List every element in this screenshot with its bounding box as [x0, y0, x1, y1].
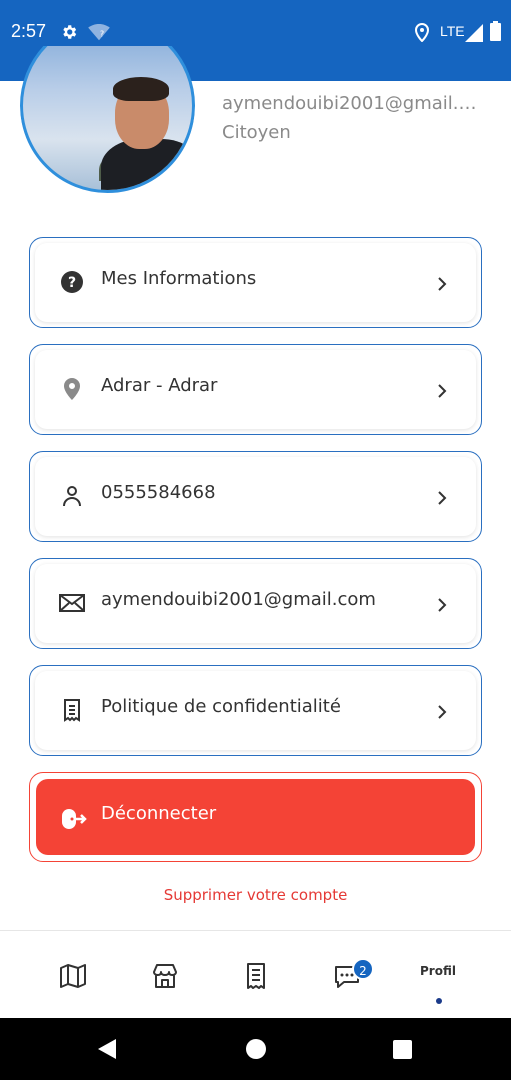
- menu-item-location[interactable]: Adrar - Adrar: [29, 344, 482, 435]
- envelope-icon: [59, 594, 85, 612]
- chevron-right-icon: [438, 491, 447, 505]
- menu-item-label: Adrar - Adrar: [101, 375, 218, 396]
- menu-item-label: aymendouibi2001@gmail.com: [101, 589, 376, 610]
- menu-item-label: Politique de confidentialité: [101, 696, 341, 717]
- logout-label: Déconnecter: [101, 803, 217, 824]
- menu-item-phone[interactable]: 0555584668: [29, 451, 482, 542]
- wifi-unknown-icon: ?: [88, 24, 110, 41]
- notification-badge: 2: [352, 958, 374, 980]
- chevron-right-icon: [438, 705, 447, 719]
- recents-icon[interactable]: [393, 1040, 412, 1059]
- chevron-right-icon: [438, 384, 447, 398]
- active-indicator: [436, 998, 442, 1004]
- system-nav-bar: [0, 1018, 511, 1080]
- delete-account-link[interactable]: Supprimer votre compte: [0, 886, 511, 904]
- nav-item-profil[interactable]: Profil: [420, 964, 456, 978]
- receipt-icon[interactable]: [241, 961, 271, 991]
- svg-text:?: ?: [68, 275, 76, 291]
- menu-item-privacy-policy[interactable]: Politique de confidentialité: [29, 665, 482, 756]
- status-time: 2:57: [11, 21, 47, 41]
- help-circle-icon: ?: [61, 271, 83, 293]
- map-icon[interactable]: [58, 961, 88, 991]
- location-pin-icon: [64, 378, 80, 400]
- battery-icon: [490, 21, 501, 41]
- receipt-icon: [64, 699, 80, 722]
- signal-icon: [465, 24, 483, 42]
- bottom-nav: 2 Profil: [0, 930, 511, 1018]
- chevron-right-icon: [438, 277, 447, 291]
- avatar[interactable]: [20, 46, 195, 194]
- back-icon[interactable]: [97, 1038, 117, 1060]
- chevron-right-icon: [438, 598, 447, 612]
- store-icon[interactable]: [150, 961, 180, 991]
- person-icon: [63, 486, 81, 507]
- menu-item-label: 0555584668: [101, 482, 216, 503]
- logout-icon: [62, 809, 87, 829]
- svg-text:?: ?: [100, 29, 104, 39]
- network-type: LTE: [440, 23, 465, 39]
- profile-email: aymendouibi2001@gmail.c...: [222, 93, 477, 114]
- logout-button[interactable]: Déconnecter: [29, 772, 482, 862]
- profile-role: Citoyen: [222, 122, 291, 143]
- menu-item-mes-informations[interactable]: ? Mes Informations: [29, 237, 482, 328]
- menu-item-email[interactable]: aymendouibi2001@gmail.com: [29, 558, 482, 649]
- gear-icon: [63, 25, 77, 39]
- location-icon: [414, 23, 430, 42]
- menu-item-label: Mes Informations: [101, 268, 257, 289]
- home-icon[interactable]: [246, 1039, 266, 1059]
